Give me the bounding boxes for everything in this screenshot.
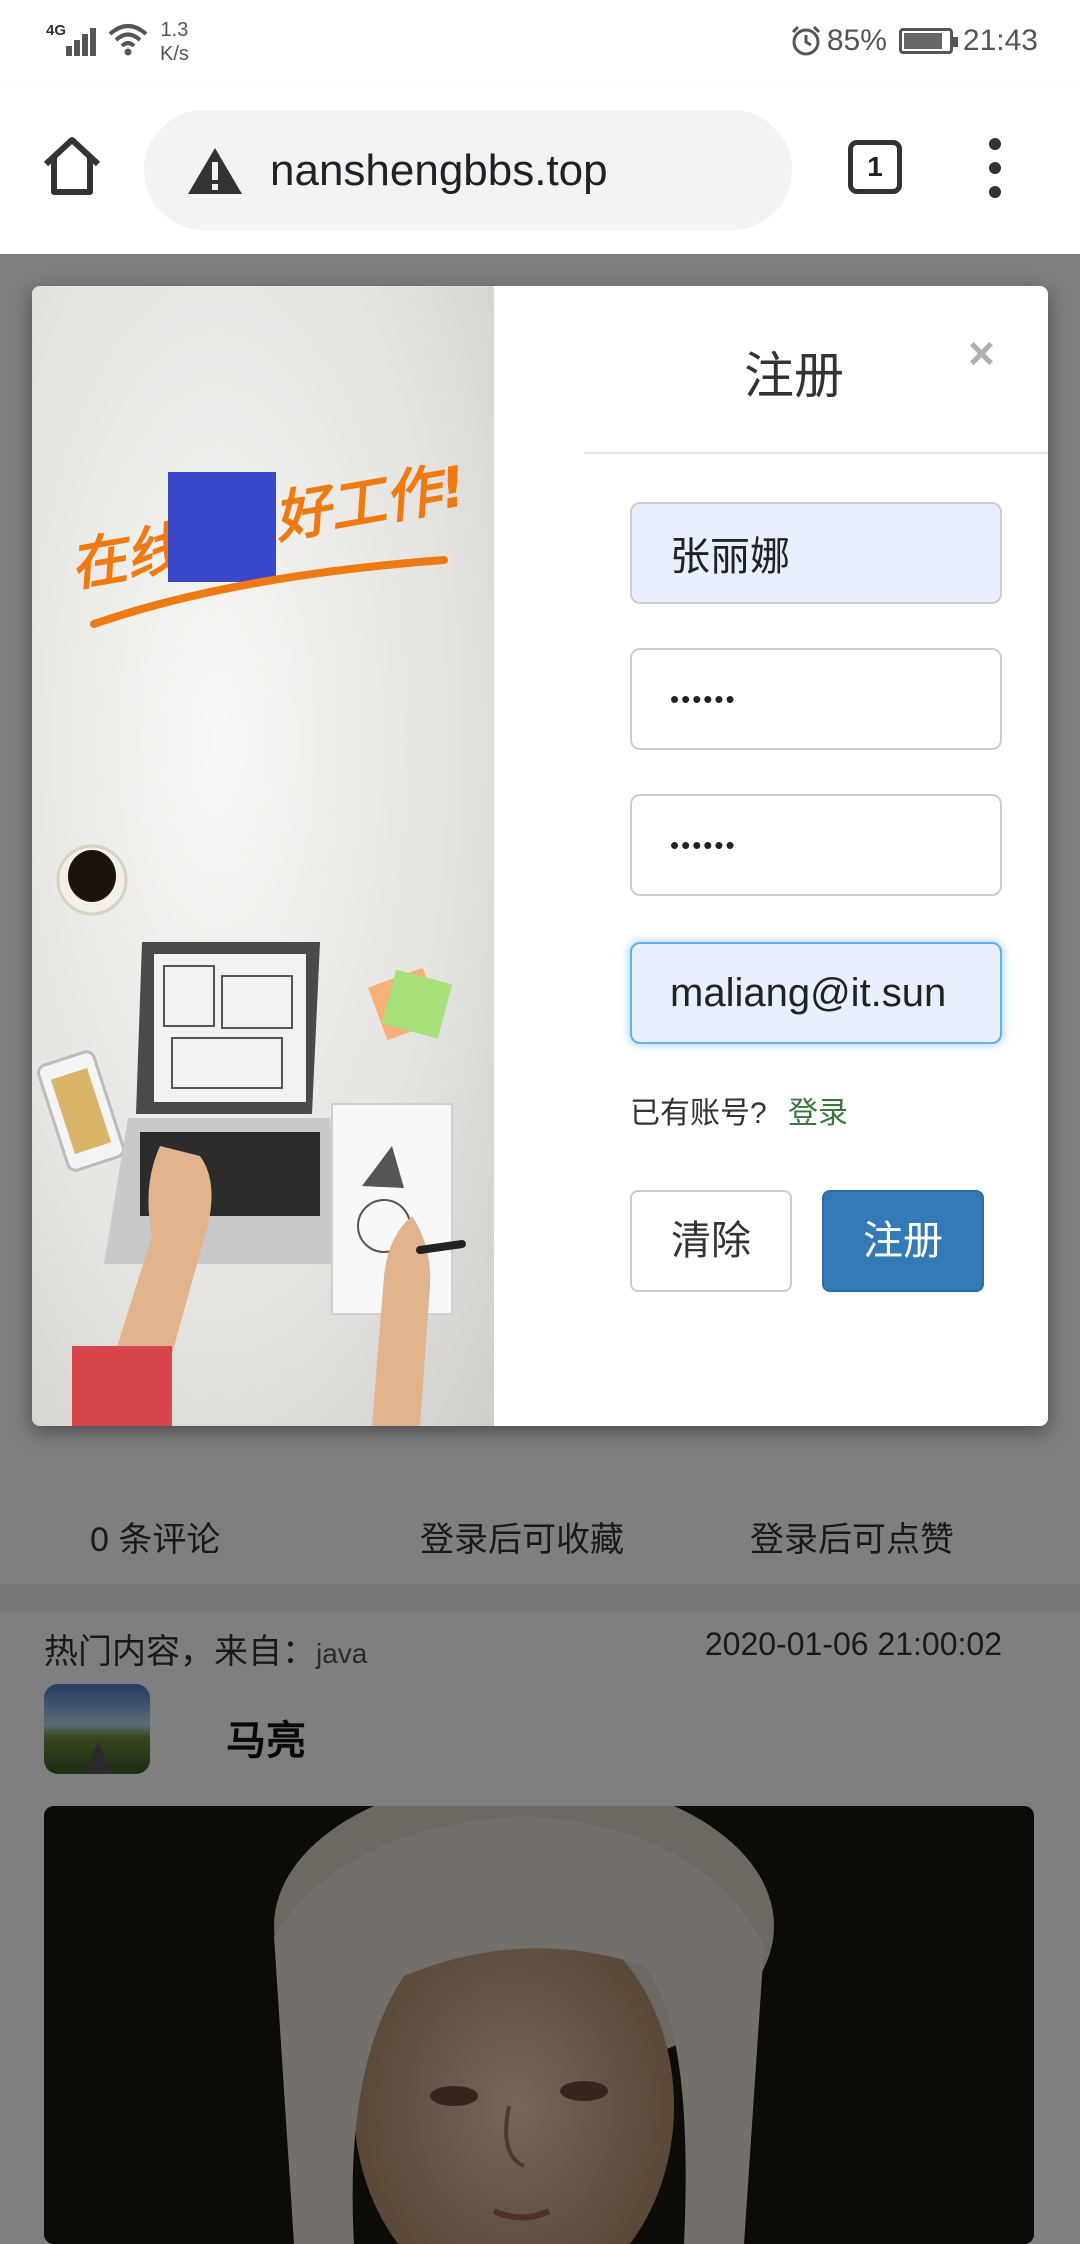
- alarm-icon: [791, 25, 820, 56]
- wifi-icon: [108, 24, 148, 56]
- password-field[interactable]: [630, 648, 1002, 750]
- browser-toolbar: nanshengbbs.top 1: [0, 88, 1080, 254]
- status-left: 4G 1.3 K/s: [44, 18, 189, 66]
- clock: 21:43: [962, 24, 1038, 57]
- address-bar[interactable]: nanshengbbs.top: [144, 110, 792, 230]
- url-text[interactable]: nanshengbbs.top: [270, 146, 608, 196]
- status-right: 85% 21:43: [789, 24, 1038, 58]
- battery-percent: 85%: [826, 24, 887, 57]
- have-account-text: 已有账号?: [630, 1097, 767, 1130]
- cellular-signal-icon: 4G: [44, 18, 100, 58]
- clear-button[interactable]: 清除: [630, 1190, 792, 1292]
- status-bar: 4G 1.3 K/s 85% 21:43: [0, 0, 1080, 88]
- register-modal: 在线 好工作! 注册 × 张丽娜 •••••• •••••• maliang@i…: [32, 286, 1048, 1426]
- more-menu-icon[interactable]: [980, 138, 1010, 202]
- modal-illustration: 在线 好工作!: [32, 286, 494, 1426]
- username-field[interactable]: [630, 502, 1002, 604]
- network-speed: 1.3 K/s: [160, 19, 189, 65]
- close-icon[interactable]: ×: [968, 330, 995, 376]
- warning-icon[interactable]: [186, 146, 244, 196]
- home-icon[interactable]: [40, 134, 104, 198]
- network-type: 4G: [46, 22, 67, 39]
- confirm-password-field[interactable]: [630, 794, 1002, 896]
- modal-divider: [584, 452, 1048, 454]
- banner-text-right: 好工作!: [268, 454, 471, 552]
- login-link[interactable]: 登录: [788, 1088, 848, 1132]
- workspace-illustration: 在线 好工作!: [37, 454, 471, 1426]
- battery-icon: [898, 28, 958, 54]
- register-button[interactable]: 注册: [822, 1190, 984, 1292]
- censor-block: [168, 472, 276, 582]
- email-field[interactable]: [630, 942, 1002, 1044]
- tab-switcher-button[interactable]: 1: [848, 140, 902, 194]
- modal-title: 注册: [744, 348, 844, 404]
